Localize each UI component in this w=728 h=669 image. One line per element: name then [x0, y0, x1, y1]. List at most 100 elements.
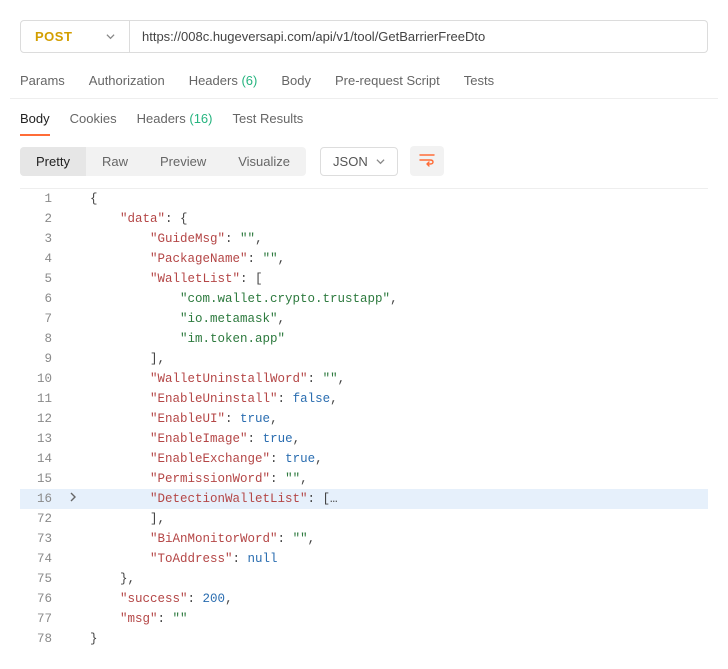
chevron-down-icon	[106, 29, 115, 44]
code-line[interactable]: 7 "io.metamask",	[20, 309, 708, 329]
code-line[interactable]: 77 "msg": ""	[20, 609, 708, 629]
line-number: 12	[20, 409, 60, 429]
line-number: 75	[20, 569, 60, 589]
fold-gutter	[60, 409, 86, 429]
code-content: "ToAddress": null	[86, 549, 708, 569]
fold-gutter	[60, 589, 86, 609]
fold-gutter[interactable]	[60, 489, 86, 509]
wrap-icon	[419, 153, 435, 170]
code-line[interactable]: 72 ],	[20, 509, 708, 529]
fold-gutter	[60, 529, 86, 549]
code-content: "DetectionWalletList": […	[86, 489, 708, 509]
tab-headers[interactable]: Headers (6)	[189, 73, 258, 88]
line-number: 13	[20, 429, 60, 449]
response-body-viewer[interactable]: 1{2 "data": {3 "GuideMsg": "",4 "Package…	[20, 188, 708, 649]
fold-gutter	[60, 209, 86, 229]
view-raw[interactable]: Raw	[86, 147, 144, 176]
line-number: 72	[20, 509, 60, 529]
line-number: 3	[20, 229, 60, 249]
code-content: "EnableUninstall": false,	[86, 389, 708, 409]
code-content: "EnableUI": true,	[86, 409, 708, 429]
subtab-body[interactable]: Body	[20, 111, 50, 136]
format-select[interactable]: JSON	[320, 147, 398, 176]
subtab-headers[interactable]: Headers (16)	[137, 111, 213, 136]
code-line[interactable]: 4 "PackageName": "",	[20, 249, 708, 269]
code-line[interactable]: 8 "im.token.app"	[20, 329, 708, 349]
line-number: 9	[20, 349, 60, 369]
fold-gutter	[60, 189, 86, 209]
line-number: 76	[20, 589, 60, 609]
line-number: 11	[20, 389, 60, 409]
code-content: "PermissionWord": "",	[86, 469, 708, 489]
code-content: "PackageName": "",	[86, 249, 708, 269]
chevron-down-icon	[376, 154, 385, 169]
line-number: 73	[20, 529, 60, 549]
wrap-lines-button[interactable]	[410, 146, 444, 176]
line-number: 74	[20, 549, 60, 569]
line-number: 8	[20, 329, 60, 349]
method-select[interactable]: POST	[20, 20, 130, 53]
code-line[interactable]: 16 "DetectionWalletList": […	[20, 489, 708, 509]
code-content: "BiAnMonitorWord": "",	[86, 529, 708, 549]
code-line[interactable]: 13 "EnableImage": true,	[20, 429, 708, 449]
code-line[interactable]: 6 "com.wallet.crypto.trustapp",	[20, 289, 708, 309]
code-line[interactable]: 2 "data": {	[20, 209, 708, 229]
code-line[interactable]: 1{	[20, 189, 708, 209]
fold-gutter	[60, 269, 86, 289]
headers-count-badge: (6)	[241, 73, 257, 88]
code-line[interactable]: 15 "PermissionWord": "",	[20, 469, 708, 489]
view-visualize[interactable]: Visualize	[222, 147, 306, 176]
request-bar: POST	[20, 20, 708, 53]
code-line[interactable]: 75 },	[20, 569, 708, 589]
chevron-right-icon	[69, 492, 77, 506]
tab-tests[interactable]: Tests	[464, 73, 494, 88]
fold-gutter	[60, 569, 86, 589]
fold-gutter	[60, 429, 86, 449]
code-line[interactable]: 3 "GuideMsg": "",	[20, 229, 708, 249]
fold-gutter	[60, 509, 86, 529]
code-line[interactable]: 14 "EnableExchange": true,	[20, 449, 708, 469]
code-content: "GuideMsg": "",	[86, 229, 708, 249]
code-line[interactable]: 9 ],	[20, 349, 708, 369]
code-line[interactable]: 73 "BiAnMonitorWord": "",	[20, 529, 708, 549]
fold-gutter	[60, 449, 86, 469]
fold-gutter	[60, 249, 86, 269]
fold-gutter	[60, 369, 86, 389]
tab-prerequest[interactable]: Pre-request Script	[335, 73, 440, 88]
code-line[interactable]: 78}	[20, 629, 708, 649]
code-content: "data": {	[86, 209, 708, 229]
code-line[interactable]: 11 "EnableUninstall": false,	[20, 389, 708, 409]
code-content: "msg": ""	[86, 609, 708, 629]
line-number: 10	[20, 369, 60, 389]
line-number: 14	[20, 449, 60, 469]
tab-params[interactable]: Params	[20, 73, 65, 88]
code-line[interactable]: 76 "success": 200,	[20, 589, 708, 609]
tab-authorization[interactable]: Authorization	[89, 73, 165, 88]
code-line[interactable]: 10 "WalletUninstallWord": "",	[20, 369, 708, 389]
fold-gutter	[60, 389, 86, 409]
subtab-cookies[interactable]: Cookies	[70, 111, 117, 136]
code-content: ],	[86, 509, 708, 529]
fold-gutter	[60, 309, 86, 329]
subtab-testresults[interactable]: Test Results	[233, 111, 304, 136]
line-number: 78	[20, 629, 60, 649]
view-mode-group: Pretty Raw Preview Visualize	[20, 147, 306, 176]
code-content: "io.metamask",	[86, 309, 708, 329]
code-line[interactable]: 12 "EnableUI": true,	[20, 409, 708, 429]
fold-gutter	[60, 329, 86, 349]
view-controls: Pretty Raw Preview Visualize JSON	[10, 136, 718, 182]
url-input[interactable]	[130, 20, 708, 53]
line-number: 4	[20, 249, 60, 269]
line-number: 6	[20, 289, 60, 309]
view-pretty[interactable]: Pretty	[20, 147, 86, 176]
code-content: "com.wallet.crypto.trustapp",	[86, 289, 708, 309]
line-number: 7	[20, 309, 60, 329]
view-preview[interactable]: Preview	[144, 147, 222, 176]
line-number: 2	[20, 209, 60, 229]
fold-gutter	[60, 609, 86, 629]
tab-body[interactable]: Body	[281, 73, 311, 88]
code-content: "EnableImage": true,	[86, 429, 708, 449]
code-content: "WalletList": [	[86, 269, 708, 289]
code-line[interactable]: 5 "WalletList": [	[20, 269, 708, 289]
code-line[interactable]: 74 "ToAddress": null	[20, 549, 708, 569]
